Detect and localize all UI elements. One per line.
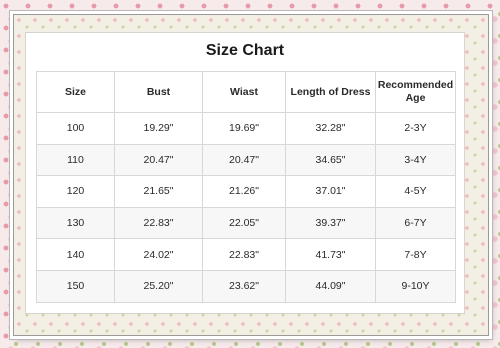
cell-waist: 19.69" <box>202 112 286 145</box>
cell-length: 41.73" <box>285 238 376 271</box>
column-header-bust: Bust <box>114 71 203 113</box>
cell-size: 150 <box>36 269 115 303</box>
cell-length: 34.65" <box>285 143 376 177</box>
cell-length: 44.09" <box>285 269 376 303</box>
cell-length: 37.01" <box>285 175 376 208</box>
cell-waist: 20.47" <box>202 143 286 177</box>
table-row: 140 24.02" 22.83" 41.73" 7-8Y <box>36 238 456 271</box>
size-chart-card: Size Chart Size Bust Wiast Length of Dre… <box>25 32 465 314</box>
column-header-waist: Wiast <box>202 71 286 113</box>
cell-waist: 21.26" <box>202 175 286 208</box>
cell-waist: 22.05" <box>202 206 286 240</box>
chart-title: Size Chart <box>205 42 285 59</box>
cell-length: 39.37" <box>285 206 376 240</box>
cell-size: 100 <box>36 112 115 145</box>
cell-size: 110 <box>36 143 115 177</box>
cell-size: 130 <box>36 206 115 240</box>
cell-size: 140 <box>36 238 115 271</box>
column-header-length: Length of Dress <box>285 71 376 113</box>
table-row: 110 20.47" 20.47" 34.65" 3-4Y <box>36 143 456 177</box>
cell-bust: 21.65" <box>114 175 203 208</box>
cell-bust: 25.20" <box>114 269 203 303</box>
cell-bust: 20.47" <box>114 143 203 177</box>
size-chart-table: Size Bust Wiast Length of Dress Recommen… <box>36 71 456 303</box>
column-header-size: Size <box>36 71 115 113</box>
table-row: 100 19.29" 19.69" 32.28" 2-3Y <box>36 112 456 145</box>
table-row: 130 22.83" 22.05" 39.37" 6-7Y <box>36 206 456 240</box>
cell-waist: 23.62" <box>202 269 286 303</box>
table-row: 150 25.20" 23.62" 44.09" 9-10Y <box>36 269 456 303</box>
cell-length: 32.28" <box>285 112 376 145</box>
cell-age: 2-3Y <box>375 112 456 145</box>
cell-bust: 22.83" <box>114 206 203 240</box>
cell-bust: 19.29" <box>114 112 203 145</box>
column-header-age: Recommended Age <box>375 71 456 113</box>
cell-age: 3-4Y <box>375 143 456 177</box>
table-header-row: Size Bust Wiast Length of Dress Recommen… <box>36 71 456 113</box>
table-row: 120 21.65" 21.26" 37.01" 4-5Y <box>36 175 456 208</box>
cell-size: 120 <box>36 175 115 208</box>
cell-age: 9-10Y <box>375 269 456 303</box>
cell-age: 4-5Y <box>375 175 456 208</box>
cell-age: 6-7Y <box>375 206 456 240</box>
cell-bust: 24.02" <box>114 238 203 271</box>
cell-waist: 22.83" <box>202 238 286 271</box>
cell-age: 7-8Y <box>375 238 456 271</box>
